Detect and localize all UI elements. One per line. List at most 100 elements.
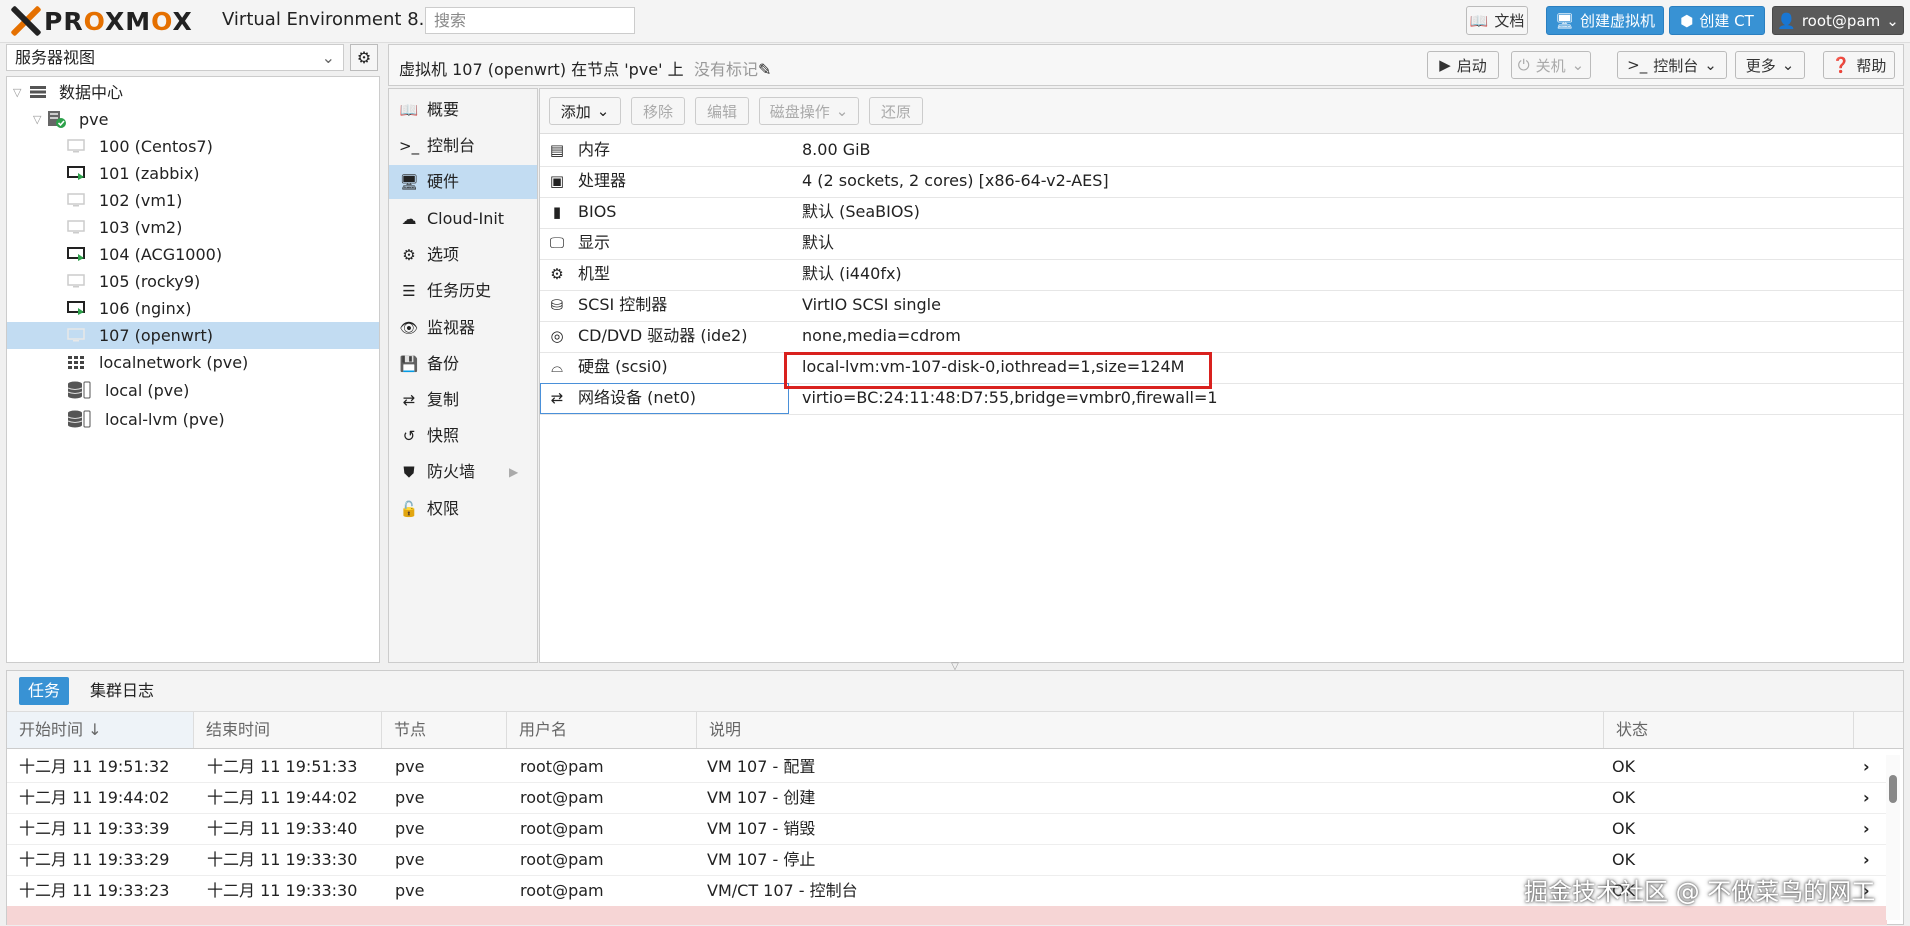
disk-action-button[interactable]: 磁盘操作 ⌄ [759,97,859,125]
help-button[interactable]: ❓ 帮助 [1823,51,1895,79]
network-grid-icon [68,356,84,369]
chevron-down-icon: ⌄ [321,48,335,67]
hardware-toolbar: 添加 ⌄ 移除 编辑 磁盘操作 ⌄ 还原 [540,89,1903,134]
tree-item-vm[interactable]: 106 (nginx) [7,295,379,322]
subnav-item-summary[interactable]: 📖 概要 [389,93,537,127]
console-button[interactable]: >_ 控制台 ⌄ [1617,51,1727,79]
subnav-item-backup[interactable]: 💾 备份 [389,347,537,381]
tree-item-vm[interactable]: 103 (vm2) [7,214,379,241]
subnav-item-hardware[interactable]: 🖥 硬件 [389,165,537,199]
hardware-row-hard-disk[interactable]: ⌓ 硬盘 (scsi0) local-lvm:vm-107-disk-0,iothr… [540,352,1903,384]
docs-button[interactable]: 📖 文档 [1466,6,1528,35]
list-icon: ☰ [402,282,416,300]
retweet-icon: ⇄ [402,391,416,409]
view-select[interactable]: 服务器视图 ⌄ [6,44,344,71]
shield-icon: ⛊ [403,463,415,481]
hardware-row-cdrom[interactable]: ◎ CD/DVD 驱动器 (ide2) none,media=cdrom [540,321,1903,353]
tree-item-network[interactable]: localnetwork (pve) [7,349,379,376]
start-button[interactable]: ▶ 启动 [1427,51,1499,79]
tree-item-vm[interactable]: 101 (zabbix) [7,160,379,187]
resource-tree: ▽ 数据中心 ▽ pve 100 (Centos7) 101 (zabbix) … [6,76,380,663]
column-header[interactable]: 节点 [382,712,507,748]
remove-button[interactable]: 移除 [631,97,685,125]
tags-edit[interactable]: 没有标记✎ [694,56,771,80]
subnav-item-options[interactable]: ⚙ 选项 [389,238,537,272]
tree-item-storage[interactable]: local-lvm (pve) [7,406,379,433]
hardware-row-bios[interactable]: ▮ BIOS 默认 (SeaBIOS) [540,197,1903,229]
subnav-item-console[interactable]: >_ 控制台 [389,129,537,163]
table-row-partial[interactable] [7,906,1887,926]
shutdown-button[interactable]: ⏻ 关机 ⌄ [1511,51,1591,79]
tree-item-vm[interactable]: 104 (ACG1000) [7,241,379,268]
server-icon [30,86,46,98]
memory-icon: ▤ [549,141,565,159]
column-header[interactable]: 开始时间 ↓ [7,712,194,748]
highlight-annotation-box [784,352,1212,389]
vm-subnav: 📖 概要 >_ 控制台 🖥 硬件 ☁ Cloud-Init ⚙ 选项 ☰ 任务历史 👁 监视器… [388,88,538,663]
hardware-row-memory[interactable]: ▤ 内存 8.00 GiB [540,135,1903,167]
gear-icon: ⚙ [356,48,372,67]
subnav-item-snapshots[interactable]: ↺ 快照 [389,419,537,453]
tab-tasks[interactable]: 任务 [19,677,70,705]
search-input[interactable]: 搜索 [425,7,635,34]
scrollbar-thumb[interactable] [1889,775,1897,803]
chevron-right-icon[interactable]: › [1863,844,1870,875]
add-button[interactable]: 添加 ⌄ [549,97,621,125]
tree-item-storage[interactable]: local (pve) [7,377,379,404]
create-vm-button[interactable]: 🖥 创建虚拟机 [1546,6,1664,35]
hdd-icon: ⌓ [551,358,563,376]
column-header[interactable]: 状态 [1604,712,1854,748]
logo-wordmark: PROXMOX [44,6,193,36]
node-icon [48,111,66,128]
subnav-item-replication[interactable]: ⇄ 复制 [389,383,537,417]
hardware-row-machine[interactable]: ⚙ 机型 默认 (i440fx) [540,259,1903,291]
cpu-icon: ▣ [549,172,565,190]
column-header[interactable]: 用户名 [507,712,697,748]
tree-item-vm-selected[interactable]: 107 (openwrt) [7,322,379,349]
tree-item-node-pve[interactable]: ▽ pve [7,106,379,133]
revert-button[interactable]: 还原 [869,97,923,125]
top-bar: PROXMOX Virtual Environment 8.4.0 搜索 📖 文档… [0,0,1910,43]
more-button[interactable]: 更多 ⌄ [1735,51,1805,79]
tree-item-vm[interactable]: 102 (vm1) [7,187,379,214]
chevron-right-icon[interactable]: › [1863,751,1870,782]
tree-item-datacenter[interactable]: ▽ 数据中心 [7,79,379,106]
tree-toggle-icon: ▽ [13,86,22,99]
edit-button[interactable]: 编辑 [695,97,749,125]
cube-icon: ⬢ [1680,11,1694,30]
database-icon: ⛁ [550,296,564,314]
create-ct-button[interactable]: ⬢ 创建 CT [1669,6,1765,35]
vm-running-icon [67,301,85,315]
chevron-right-icon[interactable]: › [1863,782,1870,813]
cdrom-icon: ◎ [550,327,564,345]
gear-icon: ⚙ [402,246,416,264]
page-title: 虚拟机 107 (openwrt) 在节点 'pve' 上 [399,60,684,79]
chevron-right-icon: ▶ [509,465,519,479]
chevron-right-icon[interactable]: › [1863,813,1870,844]
table-row[interactable]: 十二月 11 19:44:02 十二月 11 19:44:02 pve root… [7,782,1887,814]
column-header[interactable]: 结束时间 [194,712,382,748]
cogs-icon: ⚙ [550,265,564,283]
tree-toggle-icon: ▽ [33,113,42,126]
hardware-row-display[interactable]: 🖵 显示 默认 [540,228,1903,260]
vm-header: 虚拟机 107 (openwrt) 在节点 'pve' 上 没有标记✎ ▶ 启动 … [388,44,1904,86]
subnav-item-permissions[interactable]: 🔓 权限 [389,492,537,526]
subnav-item-firewall[interactable]: ⛊ 防火墙 ▶ [389,455,537,489]
tree-item-vm[interactable]: 100 (Centos7) [7,133,379,160]
subnav-item-monitor[interactable]: 👁 监视器 [389,311,537,345]
proxmox-logo: PROXMOX [8,4,193,38]
tree-item-vm[interactable]: 105 (rocky9) [7,268,379,295]
user-menu-button[interactable]: 👤 root@pam ⌄ [1772,6,1904,35]
proxmox-x-icon [8,4,42,38]
tree-settings-button[interactable]: ⚙ [350,44,378,71]
hardware-row-cpu[interactable]: ▣ 处理器 4 (2 sockets, 2 cores) [x86-64-v2-AE… [540,166,1903,198]
table-row[interactable]: 十二月 11 19:33:39 十二月 11 19:33:40 pve root… [7,813,1887,845]
tab-cluster-log[interactable]: 集群日志 [81,677,163,705]
task-table-header: 开始时间 ↓ 结束时间 节点 用户名 说明 状态 [7,712,1903,749]
subnav-item-cloud-init[interactable]: ☁ Cloud-Init [389,202,537,236]
table-row[interactable]: 十二月 11 19:51:32 十二月 11 19:51:33 pve root… [7,751,1887,783]
chevron-down-icon: ⌄ [835,102,849,120]
subnav-item-task-history[interactable]: ☰ 任务历史 [389,274,537,308]
column-header[interactable]: 说明 [697,712,1604,748]
hardware-row-scsi-controller[interactable]: ⛁ SCSI 控制器 VirtIO SCSI single [540,290,1903,322]
